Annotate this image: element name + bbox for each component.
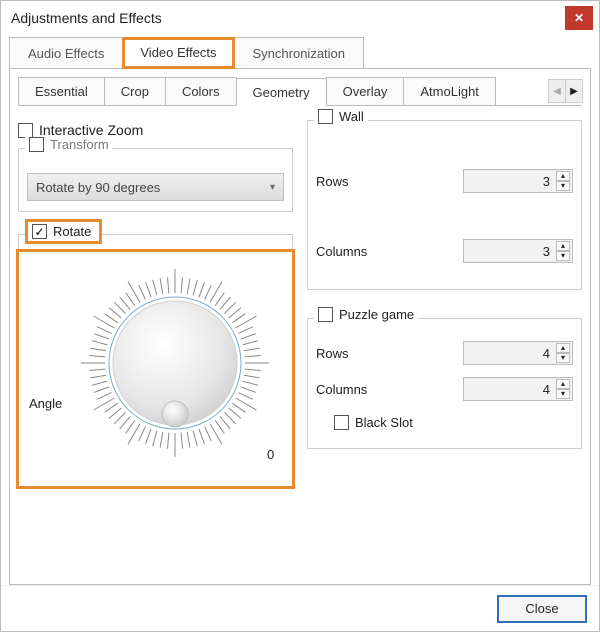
wall-cols-down[interactable]: ▾ bbox=[556, 251, 570, 261]
angle-dial[interactable]: 0 bbox=[70, 258, 280, 468]
black-slot-checkbox[interactable] bbox=[334, 415, 349, 430]
puzzle-cols-down[interactable]: ▾ bbox=[556, 389, 570, 399]
wall-rows-spinners: ▴ ▾ bbox=[556, 171, 570, 191]
close-icon[interactable]: ✕ bbox=[565, 6, 593, 30]
rotate-group: ✓ Rotate Angle bbox=[18, 234, 293, 487]
puzzle-rows-up[interactable]: ▴ bbox=[556, 343, 570, 353]
chevron-down-icon: ▾ bbox=[270, 182, 275, 193]
close-button[interactable]: Close bbox=[497, 595, 587, 623]
transform-group: Transform Rotate by 90 degrees ▾ bbox=[18, 148, 293, 212]
wall-cols-spinners: ▴ ▾ bbox=[556, 241, 570, 261]
puzzle-rows-down[interactable]: ▾ bbox=[556, 353, 570, 363]
transform-dropdown[interactable]: Rotate by 90 degrees ▾ bbox=[27, 173, 284, 201]
sub-tabs: Essential Crop Colors Geometry Overlay A… bbox=[18, 77, 544, 105]
wall-cols-up[interactable]: ▴ bbox=[556, 241, 570, 251]
rotate-checkbox[interactable]: ✓ bbox=[32, 224, 47, 239]
angle-label: Angle bbox=[29, 396, 62, 411]
wall-rows-value: 3 bbox=[472, 174, 552, 189]
wall-label: Wall bbox=[339, 109, 364, 124]
transform-label: Transform bbox=[50, 137, 109, 152]
angle-row: Angle bbox=[29, 258, 282, 468]
angle-zero-label: 0 bbox=[267, 447, 274, 462]
wall-rows-stepper[interactable]: 3 ▴ ▾ bbox=[463, 169, 573, 193]
black-slot-row[interactable]: Black Slot bbox=[334, 413, 573, 432]
dialog-window: Adjustments and Effects ✕ Audio Effects … bbox=[0, 0, 600, 632]
chevron-left-icon[interactable]: ◀ bbox=[548, 79, 566, 103]
tab-crop[interactable]: Crop bbox=[104, 77, 166, 105]
wall-cols-value: 3 bbox=[472, 244, 552, 259]
tab-synchronization[interactable]: Synchronization bbox=[234, 37, 365, 69]
tab-essential[interactable]: Essential bbox=[18, 77, 105, 105]
video-effects-panel: Essential Crop Colors Geometry Overlay A… bbox=[9, 69, 591, 585]
puzzle-label: Puzzle game bbox=[339, 307, 414, 322]
wall-header[interactable]: Wall bbox=[314, 109, 368, 124]
tab-video-effects[interactable]: Video Effects bbox=[122, 37, 234, 69]
wall-checkbox[interactable] bbox=[318, 109, 333, 124]
tab-colors[interactable]: Colors bbox=[165, 77, 237, 105]
puzzle-group: Puzzle game Rows 4 ▴ ▾ Columns bbox=[307, 318, 582, 449]
puzzle-checkbox[interactable] bbox=[318, 307, 333, 322]
transform-header[interactable]: Transform bbox=[25, 137, 113, 152]
puzzle-cols-label: Columns bbox=[316, 382, 367, 397]
tab-atmolight[interactable]: AtmoLight bbox=[403, 77, 496, 105]
rotate-header[interactable]: ✓ Rotate bbox=[25, 219, 102, 244]
sub-tabs-row: Essential Crop Colors Geometry Overlay A… bbox=[18, 77, 582, 106]
left-column: Interactive Zoom Transform Rotate by 90 … bbox=[18, 120, 293, 584]
puzzle-rows-label: Rows bbox=[316, 346, 349, 361]
wall-rows-down[interactable]: ▾ bbox=[556, 181, 570, 191]
wall-group: Wall Rows 3 ▴ ▾ Columns bbox=[307, 120, 582, 290]
puzzle-cols-stepper[interactable]: 4 ▴ ▾ bbox=[463, 377, 573, 401]
chevron-right-icon[interactable]: ▶ bbox=[565, 79, 583, 103]
top-tabs: Audio Effects Video Effects Synchronizat… bbox=[9, 37, 591, 69]
transform-dropdown-value: Rotate by 90 degrees bbox=[36, 180, 160, 195]
tab-geometry[interactable]: Geometry bbox=[236, 78, 327, 106]
right-column: Wall Rows 3 ▴ ▾ Columns bbox=[307, 120, 582, 584]
wall-cols-row: Columns 3 ▴ ▾ bbox=[316, 239, 573, 263]
tab-scroll-arrows: ◀ ▶ bbox=[548, 79, 582, 103]
puzzle-rows-spinners: ▴ ▾ bbox=[556, 343, 570, 363]
titlebar: Adjustments and Effects ✕ bbox=[1, 1, 599, 35]
interactive-zoom-checkbox[interactable] bbox=[18, 123, 33, 138]
puzzle-rows-value: 4 bbox=[472, 346, 552, 361]
wall-cols-label: Columns bbox=[316, 244, 367, 259]
wall-cols-stepper[interactable]: 3 ▴ ▾ bbox=[463, 239, 573, 263]
top-tabs-underline bbox=[9, 68, 591, 69]
wall-rows-row: Rows 3 ▴ ▾ bbox=[316, 169, 573, 193]
puzzle-cols-up[interactable]: ▴ bbox=[556, 379, 570, 389]
rotate-body: Angle bbox=[16, 249, 295, 489]
transform-checkbox[interactable] bbox=[29, 137, 44, 152]
puzzle-rows-row: Rows 4 ▴ ▾ bbox=[316, 341, 573, 365]
geometry-columns: Interactive Zoom Transform Rotate by 90 … bbox=[18, 106, 582, 584]
black-slot-label: Black Slot bbox=[355, 415, 413, 430]
dialog-footer: Close bbox=[1, 585, 599, 631]
window-title: Adjustments and Effects bbox=[11, 10, 162, 26]
puzzle-header[interactable]: Puzzle game bbox=[314, 307, 418, 322]
rotate-label: Rotate bbox=[53, 224, 91, 239]
wall-rows-up[interactable]: ▴ bbox=[556, 171, 570, 181]
wall-rows-label: Rows bbox=[316, 174, 349, 189]
puzzle-cols-spinners: ▴ ▾ bbox=[556, 379, 570, 399]
tab-overlay[interactable]: Overlay bbox=[326, 77, 405, 105]
puzzle-cols-row: Columns 4 ▴ ▾ bbox=[316, 377, 573, 401]
puzzle-cols-value: 4 bbox=[472, 382, 552, 397]
dial-svg bbox=[70, 258, 280, 468]
tab-audio-effects[interactable]: Audio Effects bbox=[9, 37, 123, 69]
interactive-zoom-label: Interactive Zoom bbox=[39, 122, 143, 138]
puzzle-rows-stepper[interactable]: 4 ▴ ▾ bbox=[463, 341, 573, 365]
